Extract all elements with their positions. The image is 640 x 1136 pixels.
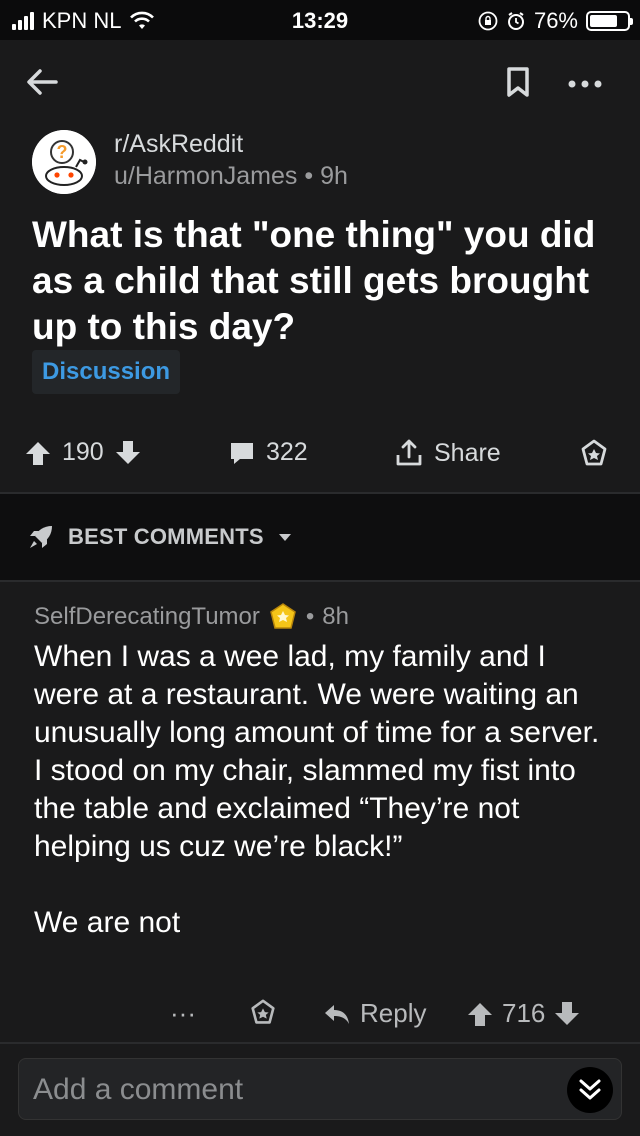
status-right: 76% [478, 8, 633, 34]
comment-author[interactable]: SelfDerecatingTumor [34, 603, 260, 631]
upvote-arrow-icon [26, 441, 50, 465]
gold-award-icon [270, 603, 296, 629]
comment-score: 716 [502, 998, 546, 1028]
more-dots-icon [568, 80, 602, 88]
meta-separator: • [304, 162, 321, 190]
post-author[interactable]: u/HarmonJames [114, 162, 297, 190]
sort-selector[interactable]: BEST COMMENTS [26, 522, 294, 552]
comment-upvote-button[interactable] [466, 1000, 494, 1028]
downvote-button[interactable] [114, 439, 142, 467]
status-bar: KPN NL 13:29 76% [0, 0, 640, 40]
comment-body[interactable]: When I was a wee lad, my family and I we… [34, 638, 614, 942]
comment-age: 8h [322, 603, 349, 630]
award-icon [251, 999, 275, 1024]
more-dots-label: ··· [170, 998, 196, 1028]
post-title[interactable]: What is that "one thing" you did as a ch… [32, 212, 612, 350]
upvote-count: 190 [62, 438, 104, 466]
double-chevron-down-icon [579, 1079, 601, 1100]
battery-fill [590, 15, 618, 27]
comments-button[interactable]: 322 [228, 438, 308, 467]
sort-bar: BEST COMMENTS [0, 494, 640, 580]
downvote-arrow-icon [555, 1001, 580, 1025]
battery-icon [586, 11, 633, 31]
comment-bubble-icon [231, 442, 253, 464]
top-nav [0, 40, 640, 124]
reply-arrow-icon [325, 1004, 349, 1024]
comment-composer [0, 1042, 640, 1136]
comment-meta: SelfDerecatingTumor • 8h [34, 602, 349, 632]
add-comment-input[interactable] [33, 1059, 553, 1121]
save-button[interactable] [498, 62, 538, 102]
upvote-button[interactable] [24, 439, 52, 467]
post-action-bar: 190 322 Share [0, 430, 640, 480]
back-button[interactable] [22, 62, 62, 102]
back-arrow-icon [27, 69, 58, 95]
reply-button[interactable]: Reply [322, 998, 426, 1029]
divider [0, 580, 640, 582]
post-age: 9h [320, 162, 348, 190]
comment-action-bar: ··· Reply 716 [0, 994, 640, 1038]
comment-more-button[interactable]: ··· [170, 998, 196, 1029]
comment-vote-group: 716 [466, 998, 581, 1029]
post-flair[interactable]: Discussion [32, 350, 181, 394]
alarm-icon [506, 11, 526, 31]
askreddit-logo-icon: ? [32, 130, 96, 194]
post-meta: u/HarmonJames • 9h [114, 162, 348, 191]
bookmark-icon [507, 67, 529, 97]
subreddit-avatar[interactable]: ? [32, 130, 96, 194]
svg-text:?: ? [57, 142, 68, 162]
share-button[interactable]: Share [394, 438, 501, 468]
sort-label: BEST COMMENTS [68, 524, 264, 549]
add-comment-box [18, 1058, 622, 1121]
comment-downvote-button[interactable] [553, 1000, 581, 1028]
award-button[interactable] [578, 438, 610, 470]
share-label: Share [434, 438, 501, 467]
downvote-arrow-icon [115, 440, 140, 464]
more-options-button[interactable] [560, 62, 610, 102]
reply-label: Reply [360, 998, 427, 1028]
subreddit-name[interactable]: r/AskReddit [114, 130, 243, 159]
caret-down-icon [278, 534, 291, 541]
rocket-icon [30, 526, 52, 548]
upvote-arrow-icon [468, 1002, 492, 1026]
award-icon [581, 439, 607, 466]
share-icon [396, 439, 422, 466]
comment-award-button[interactable] [248, 998, 278, 1028]
comment-count: 322 [266, 438, 308, 466]
orientation-lock-icon [478, 11, 498, 31]
battery-percent: 76% [533, 8, 578, 33]
vote-group: 190 [24, 438, 142, 467]
collapse-comments-button[interactable] [567, 1067, 613, 1113]
meta-separator: • [305, 603, 315, 630]
